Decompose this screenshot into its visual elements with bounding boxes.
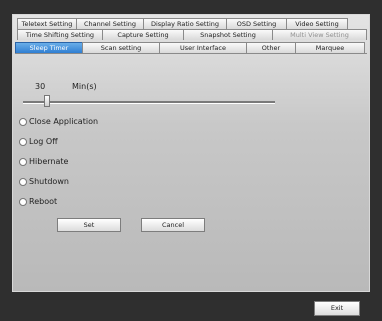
timer-value: 30 (35, 82, 46, 91)
radio-hibernate[interactable]: Hibernate (19, 157, 68, 166)
radio-label: Log Off (29, 137, 58, 146)
radio-close-application[interactable]: Close Application (19, 117, 98, 126)
tab-time-shifting-setting[interactable]: Time Shifting Setting (17, 29, 103, 40)
timer-slider-track[interactable] (23, 101, 275, 104)
radio-shutdown[interactable]: Shutdown (19, 177, 69, 186)
tab-row-3: Sleep Timer Scan setting User Interface … (15, 42, 365, 53)
radio-label: Close Application (29, 117, 99, 126)
tab-display-ratio-setting[interactable]: Display Ratio Setting (143, 18, 227, 29)
tab-osd-setting[interactable]: OSD Setting (226, 18, 287, 29)
settings-window: Teletext Setting Channel Setting Display… (12, 14, 370, 292)
tab-multi-view-setting[interactable]: Multi View Setting (272, 29, 367, 40)
radio-label: Hibernate (29, 157, 69, 166)
radio-label: Shutdown (29, 177, 69, 186)
tab-snapshot-setting[interactable]: Snapshot Setting (183, 29, 273, 40)
radio-button-icon[interactable] (19, 177, 27, 186)
tab-channel-setting[interactable]: Channel Setting (76, 18, 144, 29)
radio-button-icon[interactable] (19, 117, 27, 126)
tab-sleep-timer[interactable]: Sleep Timer (15, 42, 83, 53)
tab-scan-setting[interactable]: Scan setting (82, 42, 160, 53)
radio-label: Reboot (29, 197, 58, 206)
radio-button-icon[interactable] (19, 137, 27, 146)
tab-capture-setting[interactable]: Capture Setting (102, 29, 184, 40)
sleep-timer-panel: 30 Min(s) Close Application Log Off Hibe… (15, 53, 367, 289)
tab-row-2: Time Shifting Setting Capture Setting Sn… (17, 29, 367, 40)
timer-slider-thumb[interactable] (44, 95, 50, 107)
radio-button-icon[interactable] (19, 157, 27, 166)
radio-button-icon[interactable] (19, 197, 27, 206)
timer-unit-label: Min(s) (72, 82, 97, 91)
radio-log-off[interactable]: Log Off (19, 137, 58, 146)
tab-user-interface[interactable]: User Interface (159, 42, 247, 53)
cancel-button[interactable]: Cancel (141, 218, 205, 232)
radio-reboot[interactable]: Reboot (19, 197, 57, 206)
tab-marquee[interactable]: Marquee (295, 42, 365, 53)
tab-row-1: Teletext Setting Channel Setting Display… (17, 18, 348, 29)
tab-other[interactable]: Other (246, 42, 296, 53)
set-button[interactable]: Set (57, 218, 121, 232)
tab-teletext-setting[interactable]: Teletext Setting (17, 18, 77, 29)
tab-video-setting[interactable]: Video Setting (286, 18, 348, 29)
exit-button[interactable]: Exit (314, 301, 360, 316)
